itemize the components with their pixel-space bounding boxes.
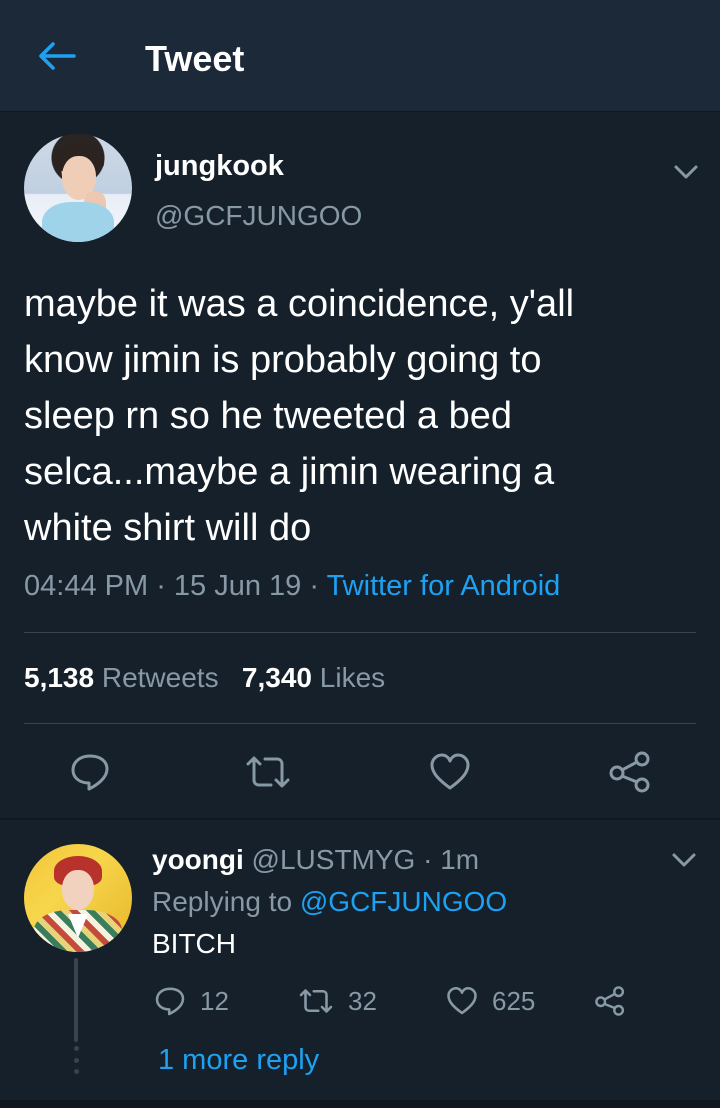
like-icon (430, 753, 470, 790)
chevron-down-icon (674, 165, 698, 179)
reply-icon (71, 754, 109, 791)
thread-dots (73, 1046, 79, 1074)
share-button[interactable] (606, 748, 654, 796)
retweet-count: 32 (348, 985, 377, 1016)
retweet-button[interactable] (244, 748, 292, 796)
reply-share-button[interactable] (594, 984, 626, 1018)
meta-separator: · (301, 570, 327, 602)
reply-menu-button[interactable] (668, 848, 700, 872)
reply-icon (155, 987, 185, 1016)
tweet-text: maybe it was a coincidence, y'all know j… (24, 283, 575, 549)
likes-count: 7,340 (241, 662, 312, 693)
reply-button[interactable] (66, 748, 114, 796)
like-button[interactable] (426, 748, 474, 796)
reply-reply-button[interactable]: 12 (154, 984, 229, 1018)
reply-tweet[interactable]: yoongi @LUSTMYG · 1m Replying to @GCFJUN… (0, 820, 720, 1108)
avatar-face (62, 870, 94, 910)
avatar[interactable] (24, 134, 132, 242)
share-icon (609, 751, 650, 793)
meta-separator: · (148, 570, 174, 602)
reply-time: 1m (440, 844, 480, 875)
section-separator (0, 1100, 720, 1108)
more-replies-link[interactable]: 1 more reply (158, 1044, 319, 1077)
reply-retweet-button[interactable]: 32 (298, 984, 377, 1018)
author-display-name[interactable]: jungkook (155, 150, 284, 183)
retweets-stat[interactable]: 5,138 Retweets (24, 662, 219, 693)
replying-to: Replying to @GCFJUNGOO (152, 886, 507, 918)
likes-stat[interactable]: 7,340 Likes (242, 662, 385, 693)
reply-like-button[interactable]: 625 (446, 984, 535, 1018)
retweets-label: Retweets (101, 662, 219, 693)
retweet-icon (299, 989, 333, 1013)
chevron-down-icon (672, 853, 696, 867)
meta-separator: · (415, 844, 441, 875)
tweet-source-link[interactable]: Twitter for Android (327, 570, 561, 602)
tweet-date: 15 Jun 19 (173, 570, 302, 602)
retweets-count: 5,138 (24, 662, 95, 693)
divider (24, 632, 696, 633)
tweet-menu-button[interactable] (670, 160, 702, 184)
replying-to-link[interactable]: @GCFJUNGOO (300, 886, 507, 917)
divider (24, 723, 696, 724)
share-icon (595, 986, 625, 1016)
reply-count: 12 (200, 985, 229, 1016)
thread-line (74, 958, 78, 1042)
replying-to-prefix: Replying to (152, 886, 293, 917)
tweet-meta: 04:44 PM · 15 Jun 19 · Twitter for Andro… (24, 570, 560, 603)
avatar[interactable] (24, 844, 132, 952)
top-bar: Tweet (0, 0, 720, 112)
retweet-icon (246, 756, 290, 788)
page-title: Tweet (145, 38, 245, 79)
tweet-time: 04:44 PM (24, 570, 149, 602)
likes-label: Likes (319, 662, 386, 693)
author-handle[interactable]: @GCFJUNGOO (155, 200, 362, 232)
like-count: 625 (492, 985, 536, 1016)
like-icon (447, 986, 477, 1015)
main-tweet: jungkook @GCFJUNGOO maybe it was a coinc… (0, 112, 720, 818)
tweet-stats: 5,138 Retweets 7,340 Likes (24, 662, 385, 694)
back-arrow-icon (39, 42, 76, 70)
reply-header: yoongi @LUSTMYG · 1m (152, 844, 479, 876)
reply-author-handle[interactable]: @LUSTMYG (252, 844, 416, 875)
back-button[interactable] (32, 36, 80, 76)
reply-author-name[interactable]: yoongi (152, 844, 244, 875)
avatar-shirt (42, 202, 114, 242)
reply-text: BITCH (152, 928, 236, 959)
